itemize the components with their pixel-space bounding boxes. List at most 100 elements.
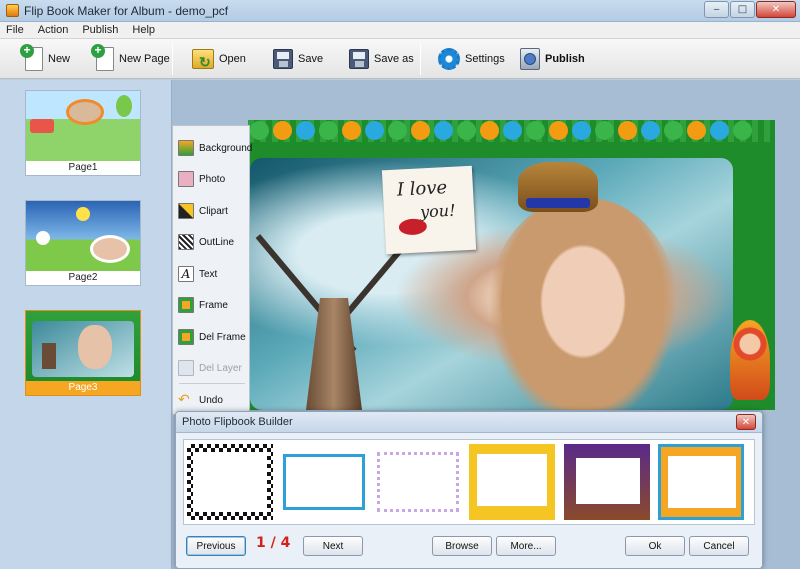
browse-button[interactable]: Browse xyxy=(432,536,492,556)
tool-photo[interactable]: Photo xyxy=(178,167,225,191)
tool-label: Background xyxy=(199,142,253,154)
new-button[interactable]: + New xyxy=(20,44,71,74)
tool-clipart[interactable]: Clipart xyxy=(178,199,228,223)
save-as-button[interactable]: Save as xyxy=(349,44,414,74)
frame-option[interactable] xyxy=(281,444,367,520)
menu-action[interactable]: Action xyxy=(38,24,69,36)
delete-layer-icon xyxy=(178,360,194,376)
balloon-border xyxy=(248,120,775,142)
page-indicator: 1 / 4 xyxy=(256,535,291,551)
menu-bar: File Action Publish Help xyxy=(0,22,800,39)
note-text-line1: I love xyxy=(396,177,448,201)
dialog-close-button[interactable]: ✕ xyxy=(736,414,756,430)
toolbar-separator xyxy=(172,43,173,75)
frame-option[interactable] xyxy=(658,444,744,520)
note-text-line2: you! xyxy=(419,200,456,222)
more-button[interactable]: More... xyxy=(496,536,556,556)
tool-outline[interactable]: OutLine xyxy=(178,230,234,254)
open-label: Open xyxy=(219,53,246,65)
frame-icon xyxy=(178,297,194,313)
page2-preview xyxy=(26,201,140,271)
title-bar: Flip Book Maker for Album - demo_pcf ‒ □… xyxy=(0,0,800,22)
menu-help[interactable]: Help xyxy=(132,24,155,36)
new-page-label: New Page xyxy=(119,53,170,65)
save-as-icon xyxy=(349,49,369,69)
dialog-title: Photo Flipbook Builder xyxy=(182,416,293,428)
new-document-icon: + xyxy=(20,44,43,71)
publish-icon xyxy=(520,48,540,70)
page-label: Page1 xyxy=(68,162,98,173)
save-as-label: Save as xyxy=(374,53,414,65)
tool-del-frame[interactable]: Del Frame xyxy=(178,325,246,349)
app-icon xyxy=(6,4,19,17)
tool-label: Clipart xyxy=(199,205,228,217)
delete-frame-icon xyxy=(178,329,194,345)
tool-label: Del Layer xyxy=(199,362,242,374)
open-button[interactable]: ↻ Open xyxy=(192,44,246,74)
tool-background[interactable]: Background xyxy=(178,136,252,160)
frame-option[interactable] xyxy=(375,444,461,520)
frame-picker-dialog: Photo Flipbook Builder ✕ Previous 1 / 4 … xyxy=(175,411,763,569)
tool-label: Del Frame xyxy=(199,331,246,343)
clipart-icon xyxy=(178,203,194,219)
outline-icon xyxy=(178,234,194,250)
menu-publish[interactable]: Publish xyxy=(82,24,118,36)
toolbar-separator xyxy=(420,43,421,75)
photo-icon xyxy=(178,171,194,187)
page-list-panel: Page1 Page2 Page3 xyxy=(0,80,172,569)
tool-text[interactable]: A Text xyxy=(178,262,217,286)
tool-label: Photo xyxy=(199,173,226,185)
canvas-photo[interactable]: I love you! xyxy=(250,158,733,410)
menu-file[interactable]: File xyxy=(6,24,24,36)
save-button[interactable]: Save xyxy=(273,44,323,74)
previous-button[interactable]: Previous xyxy=(186,536,246,556)
undo-icon: ↶ xyxy=(178,392,190,408)
girl-portrait xyxy=(488,198,678,410)
window-controls: ‒ □ ✕ xyxy=(704,1,796,18)
publish-label: Publish xyxy=(545,53,585,65)
new-page-icon: + xyxy=(91,44,114,71)
page-label: Page3 xyxy=(68,382,98,393)
background-icon xyxy=(178,140,194,156)
page-thumbnail-selected[interactable]: Page3 xyxy=(25,310,141,396)
close-button[interactable]: ✕ xyxy=(756,1,796,18)
toolbar: + New + New Page ↻ Open Save Save as Set… xyxy=(0,39,800,79)
save-icon xyxy=(273,49,293,69)
tool-frame[interactable]: Frame xyxy=(178,293,228,317)
cartoon-clipart[interactable] xyxy=(730,320,770,400)
frame-option[interactable] xyxy=(564,444,650,520)
save-label: Save xyxy=(298,53,324,65)
tool-label: Frame xyxy=(199,299,228,311)
text-icon: A xyxy=(178,266,194,282)
new-page-button[interactable]: + New Page xyxy=(91,44,170,74)
love-note-clipart[interactable]: I love you! xyxy=(381,165,477,255)
tool-label: OutLine xyxy=(199,236,235,248)
new-button-label: New xyxy=(48,53,71,65)
cancel-button[interactable]: Cancel xyxy=(689,536,749,556)
minimize-button[interactable]: ‒ xyxy=(704,1,729,18)
windmill xyxy=(306,298,362,410)
publish-button[interactable]: Publish xyxy=(520,44,585,74)
page-thumbnail[interactable]: Page2 xyxy=(25,200,141,286)
page-thumbnail[interactable]: Page1 xyxy=(25,90,141,176)
page-canvas[interactable]: I love you! xyxy=(248,120,775,410)
tool-undo[interactable]: ↶ Undo xyxy=(178,388,223,412)
window-title: Flip Book Maker for Album - demo_pcf xyxy=(24,4,229,18)
page1-preview xyxy=(26,91,140,161)
page-label: Page2 xyxy=(68,272,98,283)
maximize-button[interactable]: □ xyxy=(730,1,755,18)
frame-option[interactable] xyxy=(469,444,555,520)
ok-button[interactable]: Ok xyxy=(625,536,685,556)
tool-del-layer[interactable]: Del Layer xyxy=(178,356,242,380)
settings-label: Settings xyxy=(465,53,505,65)
open-folder-icon: ↻ xyxy=(192,49,214,69)
tool-divider xyxy=(179,383,245,384)
next-button[interactable]: Next xyxy=(303,536,363,556)
dialog-title-bar: Photo Flipbook Builder ✕ xyxy=(176,412,762,433)
hat-band xyxy=(526,198,590,208)
lips-icon xyxy=(398,218,428,236)
settings-button[interactable]: Settings xyxy=(438,44,505,74)
frame-gallery xyxy=(183,439,755,525)
gear-icon xyxy=(438,48,460,70)
frame-option[interactable] xyxy=(187,444,273,520)
